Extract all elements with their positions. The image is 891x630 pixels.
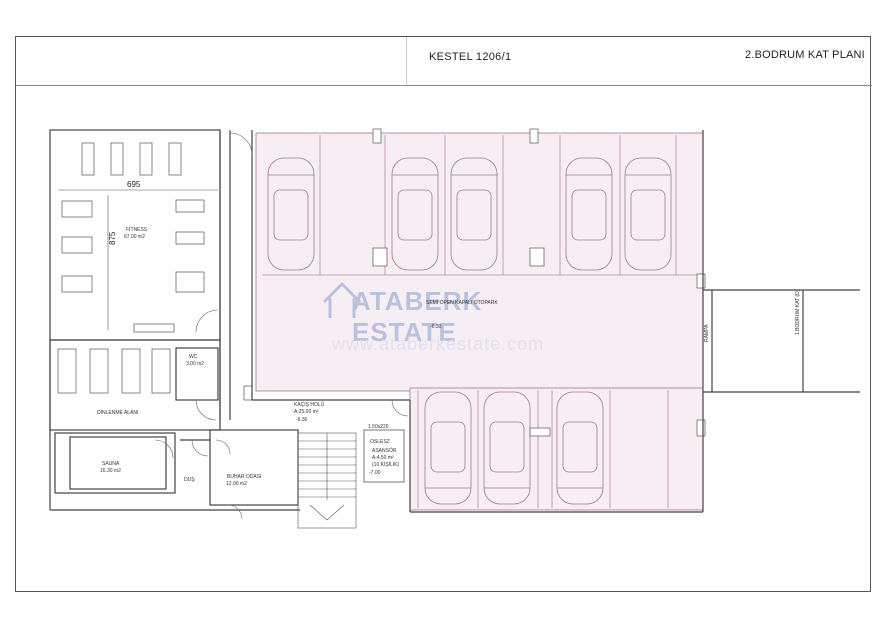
staircase <box>297 432 357 529</box>
elevator-level: -7.00 <box>369 470 381 476</box>
elevator-capacity: (10 KİŞİLİK) <box>372 462 400 468</box>
steam-area: 12.00 m2 <box>226 481 247 487</box>
escape-level: -6.30 <box>296 417 308 423</box>
watermark-url: www.ataberkestate.com <box>332 334 545 354</box>
escape-name: KAÇIŞ HOLÜ <box>294 402 325 408</box>
steam-name: BUHAR ODASI <box>227 474 262 480</box>
boundary-label: 1.BODRUM KAT (D) <box>795 289 801 335</box>
watermark: ATABERK ESTATE www.ataberkestate.com <box>322 280 582 360</box>
dimension-lines <box>58 189 218 330</box>
fitness-area: 67.00 m2 <box>124 234 145 240</box>
elevator-name: ASANSÖR <box>372 448 397 454</box>
dimension-height: 875 <box>108 231 117 245</box>
parking-name: SEMİ OPEN KAPALI OTOPARK <box>426 300 498 306</box>
escape-area: A:25.00 m² <box>294 409 319 415</box>
dimension-width: 695 <box>127 180 141 189</box>
elevator-area: A:4.50 m² <box>372 455 394 461</box>
lounge-name: DİNLENME ALANI <box>97 410 139 416</box>
fitness-name: FITNESS <box>126 227 148 233</box>
elevator-void-name: OSLESZ <box>370 439 390 445</box>
shower-name: DUŞ <box>184 477 195 483</box>
ramp-label: RAMPA <box>704 324 710 342</box>
parking-level: -6.30 <box>430 324 442 330</box>
sauna-name: SAUNA <box>102 461 120 467</box>
sauna-area: 16.30 m2 <box>100 468 121 474</box>
door-tag: 1.50x220 <box>368 424 389 430</box>
wc-area: 3.00 m2 <box>186 361 205 367</box>
wc-name: WC <box>189 354 198 360</box>
